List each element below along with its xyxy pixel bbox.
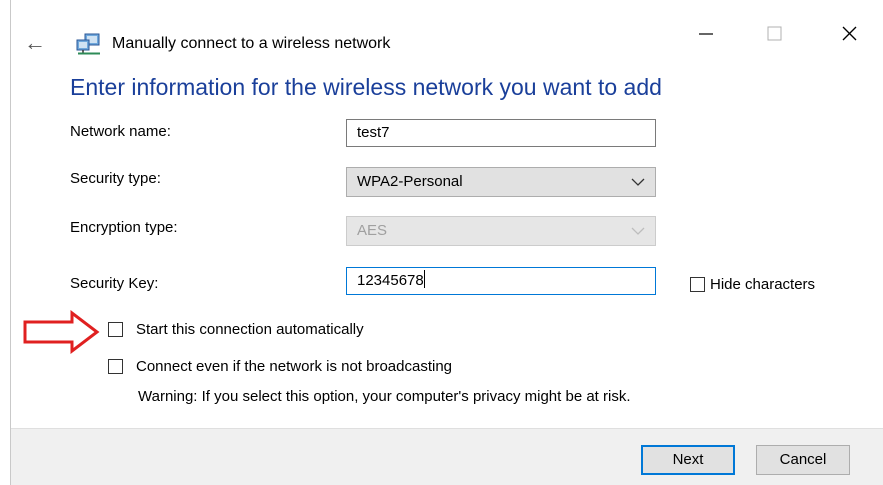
connect-not-broadcasting-checkbox[interactable]	[108, 359, 123, 374]
annotation-arrow-icon	[23, 310, 100, 354]
network-name-input[interactable]: test7	[346, 119, 656, 147]
network-icon	[76, 33, 100, 55]
encryption-type-label: Encryption type:	[70, 219, 178, 236]
back-arrow-icon[interactable]: ←	[20, 30, 50, 56]
dialog-footer	[11, 428, 883, 485]
connect-not-broadcasting-label[interactable]: Connect even if the network is not broad…	[136, 358, 452, 375]
security-key-input[interactable]: 12345678	[346, 267, 656, 295]
security-key-label: Security Key:	[70, 275, 159, 292]
privacy-warning-text: Warning: If you select this option, your…	[138, 388, 631, 405]
hide-characters-checkbox[interactable]	[690, 277, 705, 292]
security-type-label: Security type:	[70, 170, 161, 187]
maximize-icon[interactable]	[752, 18, 798, 50]
start-automatically-label[interactable]: Start this connection automatically	[136, 321, 364, 338]
network-name-value: test7	[357, 124, 390, 141]
chevron-down-icon	[631, 178, 645, 186]
page-heading: Enter information for the wireless netwo…	[70, 74, 662, 100]
window-title: Manually connect to a wireless network	[112, 35, 391, 52]
start-automatically-checkbox[interactable]	[108, 322, 123, 337]
security-type-select[interactable]: WPA2-Personal	[346, 167, 656, 197]
text-caret	[423, 270, 425, 288]
encryption-type-value: AES	[357, 222, 388, 239]
encryption-type-select: AES	[346, 216, 656, 246]
network-name-label: Network name:	[70, 123, 171, 140]
hide-characters-label[interactable]: Hide characters	[710, 276, 815, 293]
security-type-value: WPA2-Personal	[357, 173, 463, 190]
next-button[interactable]: Next	[641, 445, 735, 475]
close-icon[interactable]	[827, 18, 873, 50]
security-key-value: 12345678	[357, 272, 424, 289]
minimize-icon[interactable]	[683, 18, 729, 50]
chevron-down-icon	[631, 227, 645, 235]
cancel-button[interactable]: Cancel	[756, 445, 850, 475]
